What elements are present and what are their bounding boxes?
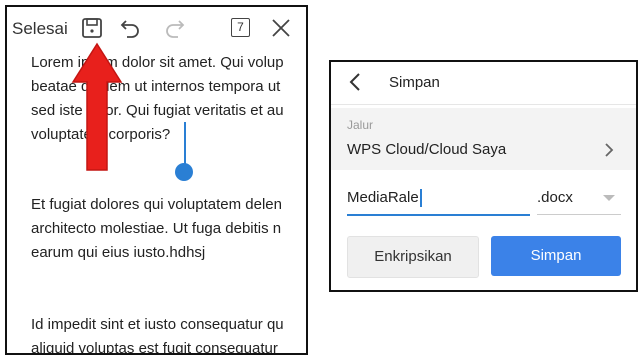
extension-select[interactable]: .docx xyxy=(537,186,621,215)
filename-value: MediaRale xyxy=(347,189,419,206)
encrypt-button[interactable]: Enkripsikan xyxy=(347,236,479,278)
path-label: Jalur xyxy=(347,118,374,132)
done-button[interactable]: Selesai xyxy=(12,19,68,39)
dialog-header: Simpan xyxy=(331,62,636,105)
save-dialog: Simpan Jalur WPS Cloud/Cloud Saya MediaR… xyxy=(329,60,638,292)
page-count-icon[interactable]: 7 xyxy=(231,18,250,37)
dialog-title: Simpan xyxy=(389,74,440,91)
save-button[interactable]: Simpan xyxy=(491,236,621,276)
dropdown-caret-icon xyxy=(603,195,615,201)
back-arrow-icon[interactable] xyxy=(345,71,367,93)
redo-icon[interactable] xyxy=(163,16,187,40)
cursor-handle[interactable] xyxy=(175,163,193,181)
undo-icon[interactable] xyxy=(118,16,142,40)
extension-value: .docx xyxy=(537,189,573,206)
editor-toolbar: Selesai 7 xyxy=(7,7,306,49)
save-icon[interactable] xyxy=(80,16,104,40)
chevron-right-icon xyxy=(605,143,614,157)
input-caret xyxy=(419,189,422,208)
red-arrow-annotation xyxy=(71,42,123,171)
close-icon[interactable] xyxy=(269,16,293,40)
filename-input[interactable]: MediaRale xyxy=(347,186,530,216)
document-editor: Selesai 7 Lorem ipsum dolor sit amet. Qu… xyxy=(5,5,308,355)
path-value: WPS Cloud/Cloud Saya xyxy=(347,141,507,158)
save-location-row[interactable]: Jalur WPS Cloud/Cloud Saya xyxy=(331,108,636,170)
